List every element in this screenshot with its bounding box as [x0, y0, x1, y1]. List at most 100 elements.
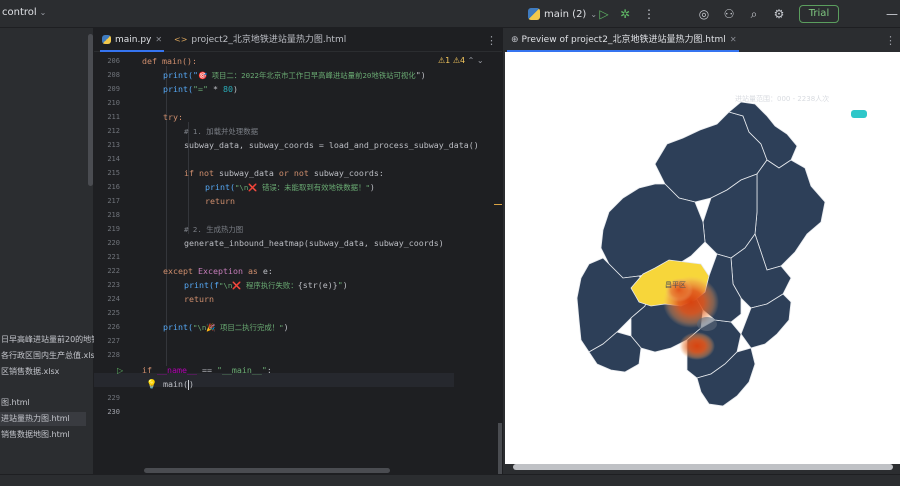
preview-horizontal-scrollbar[interactable]: [513, 464, 893, 470]
line-number: 215: [107, 169, 120, 177]
code-token: try:: [163, 112, 183, 122]
more-icon[interactable]: ⋮: [486, 34, 497, 47]
code-token: main(: [163, 379, 188, 389]
code-token: 🎯 项目二：2022年北京市工作日早高峰进站量前20地铁站可视化: [197, 71, 416, 80]
code-line: try:: [163, 110, 183, 124]
code-token: as: [247, 266, 258, 276]
project-switcher[interactable]: control ⌄: [2, 7, 46, 18]
trial-button[interactable]: Trial: [799, 5, 839, 23]
code-content[interactable]: def main(): print("🎯 项目二：2022年北京市工作日早高峰进…: [142, 52, 494, 474]
close-icon[interactable]: ✕: [730, 35, 737, 44]
minimize-icon[interactable]: —: [884, 6, 900, 22]
line-number-gutter: 206 208 209 210 211 212 213 214 215 216 …: [94, 52, 142, 474]
line-number: 226: [107, 323, 120, 331]
tab-heatmap-html[interactable]: <> project2_北京地铁进站量热力图.html: [174, 28, 346, 52]
code-token: print(: [163, 84, 193, 94]
code-line: if __name__ == "__main__":: [142, 363, 272, 377]
code-line: return: [205, 194, 235, 208]
intention-bulb-icon[interactable]: 💡: [146, 380, 157, 390]
code-line: print("\n🎉 项目二执行完成！"): [163, 320, 289, 334]
file-item[interactable]: 日早高峰进站量前20的地铁站: [0, 333, 94, 347]
line-number: 212: [107, 127, 120, 135]
heat-blob: [697, 317, 717, 331]
code-token: print(: [205, 182, 235, 192]
code-token: except: [163, 266, 193, 276]
line-number: 222: [107, 267, 120, 275]
line-number: 217: [107, 197, 120, 205]
editor-horizontal-scrollbar[interactable]: [144, 468, 390, 473]
settings-icon[interactable]: ⚙: [771, 6, 787, 22]
code-token: subway_data: [213, 168, 279, 178]
code-token: *: [207, 84, 223, 94]
status-bar: [0, 474, 900, 486]
project-name: control: [2, 7, 37, 18]
line-number: 214: [107, 155, 120, 163]
run-configuration-selector[interactable]: main (2) ⌄: [528, 6, 597, 22]
district-shape[interactable]: [754, 159, 826, 271]
ai-assistant-icon[interactable]: ◎: [696, 6, 712, 22]
code-token: print(f: [184, 280, 219, 290]
sidebar-scrollbar[interactable]: [88, 34, 93, 186]
code-line: # 1. 加载并处理数据: [184, 124, 258, 138]
code-token: # 1. 加载并处理数据: [184, 127, 258, 136]
line-number-current: 230: [107, 408, 120, 416]
code-token: ): [283, 322, 289, 332]
code-token: "=": [192, 84, 208, 94]
more-icon[interactable]: ⋮: [885, 34, 896, 47]
line-number: 218: [107, 211, 120, 219]
line-number: 229: [107, 394, 120, 402]
line-number: 210: [107, 99, 120, 107]
code-token: subway_coords:: [308, 168, 384, 178]
line-number: 225: [107, 309, 120, 317]
code-token: (subway_data, subway_coords): [303, 238, 444, 248]
debug-icon[interactable]: ✲: [617, 6, 633, 22]
line-number: 206: [107, 57, 120, 65]
code-token: "__main__": [211, 365, 267, 375]
preview-tab-label: Preview of project2_北京地铁进站量热力图.html: [521, 35, 726, 45]
file-item[interactable]: 区销售数据.xlsx: [0, 365, 94, 379]
code-token: print(: [163, 322, 193, 332]
code-token: "): [415, 70, 426, 80]
code-token: subway_data, subway_coords = load_and_pr…: [184, 140, 479, 150]
search-icon[interactable]: ⌕: [746, 6, 762, 22]
python-file-icon: [102, 35, 111, 44]
tab-main-py[interactable]: main.py ✕: [99, 28, 165, 52]
tab-label: main.py: [115, 35, 152, 45]
code-token: print(": [163, 70, 198, 80]
file-item-selected[interactable]: 进站量热力图.html: [0, 412, 86, 426]
file-item[interactable]: 各行政区国内生产总值.xlsx: [0, 349, 94, 363]
run-gutter-icon[interactable]: ▷: [117, 366, 123, 375]
more-icon[interactable]: ⋮: [641, 6, 657, 22]
line-number: 209: [107, 85, 120, 93]
code-line: return: [184, 292, 214, 306]
code-token: Exception: [192, 266, 248, 276]
code-token: if: [142, 365, 152, 375]
run-icon[interactable]: ▷: [596, 6, 612, 22]
code-line: main(): [163, 377, 194, 391]
preview-page[interactable]: 进站量范围：000 - 2238人次 昌平区: [505, 52, 900, 464]
run-configuration-label: main (2): [544, 8, 587, 20]
code-line: # 2. 生成热力图: [184, 222, 243, 236]
code-token: e:: [257, 266, 273, 276]
file-item[interactable]: 图.html: [0, 396, 94, 410]
line-number: 228: [107, 351, 120, 359]
code-token: "\n❌ 程序执行失败：: [218, 281, 298, 290]
editor-tab-bar: main.py ✕ <> project2_北京地铁进站量热力图.html ⋮: [94, 28, 502, 52]
project-sidebar: 日早高峰进站量前20的地铁站 各行政区国内生产总值.xlsx 区销售数据.xls…: [0, 28, 94, 474]
code-line: print("🎯 项目二：2022年北京市工作日早高峰进站量前20地铁站可视化"…: [163, 68, 426, 82]
close-icon[interactable]: ✕: [155, 35, 162, 44]
code-token: "\n🎉 项目二执行完成！": [192, 323, 284, 332]
add-user-icon[interactable]: ⚇: [721, 6, 737, 22]
chevron-down-icon: ⌄: [39, 8, 47, 17]
file-item[interactable]: 销售数据地图.html: [0, 428, 94, 442]
code-token: ): [232, 84, 238, 94]
code-token: ==: [201, 365, 212, 375]
sticky-header: def main():: [142, 56, 197, 66]
line-number: 224: [107, 295, 120, 303]
title-bar: control ⌄ main (2) ⌄ ▷ ✲ ⋮ ◎ ⚇ ⌕ ⚙ Trial …: [0, 0, 900, 28]
tab-preview[interactable]: ⊕ Preview of project2_北京地铁进站量热力图.html ✕: [507, 28, 739, 52]
line-number: 219: [107, 225, 120, 233]
code-token: "\n❌ 错误：未能取到有效地铁数据！": [234, 183, 370, 192]
code-token: return: [184, 294, 214, 304]
editor-vertical-scrollbar[interactable]: [498, 423, 502, 474]
